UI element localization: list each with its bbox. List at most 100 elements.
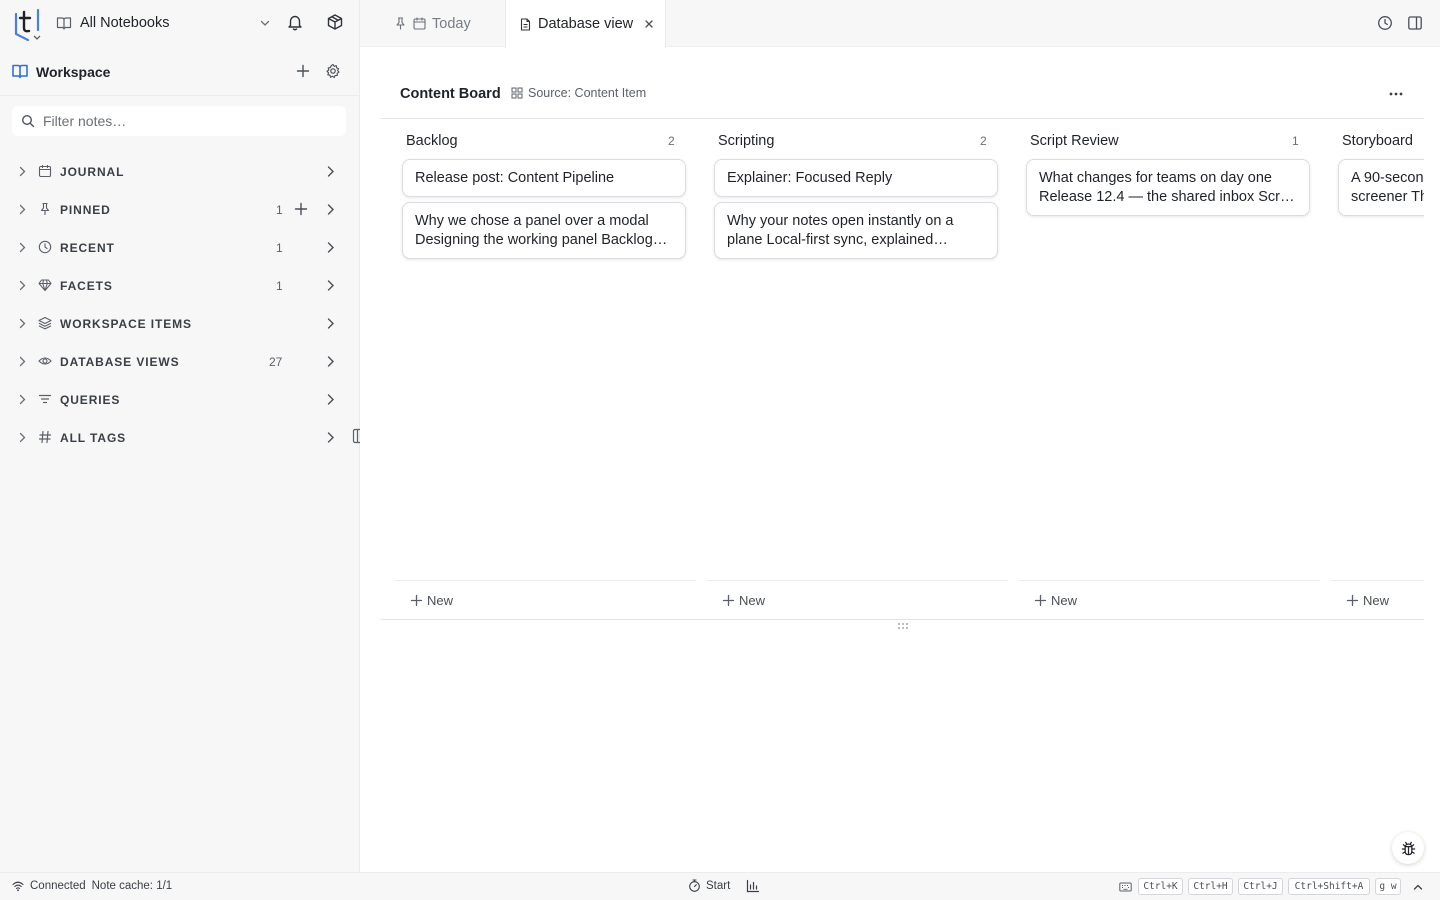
- arrow-right-icon[interactable]: [324, 317, 337, 330]
- add-card-button[interactable]: New: [1330, 580, 1424, 620]
- plus-icon: [1034, 594, 1047, 606]
- gear-icon[interactable]: [325, 63, 341, 79]
- section-label: FACETS: [60, 279, 113, 293]
- arrow-right-icon[interactable]: [324, 279, 337, 292]
- section-pinned[interactable]: PINNED 1: [0, 195, 350, 225]
- chevron-down-icon: [260, 20, 270, 26]
- add-card-button[interactable]: New: [394, 580, 696, 620]
- sidebar-header: All Notebooks: [0, 0, 360, 47]
- bar-chart-icon[interactable]: [746, 879, 760, 893]
- chevron-right-icon[interactable]: [16, 393, 29, 406]
- section-all-tags[interactable]: ALL TAGS: [0, 423, 350, 453]
- status-bar: Connected Note cache: 1/1 Start Ctrl+K C…: [0, 872, 1440, 900]
- add-icon[interactable]: [294, 202, 308, 216]
- app-logo[interactable]: [8, 4, 44, 42]
- package-icon[interactable]: [326, 13, 344, 31]
- board-card[interactable]: Why your notes open instantly on a plane…: [714, 202, 998, 259]
- arrow-right-icon[interactable]: [324, 355, 337, 368]
- bell-icon[interactable]: [286, 13, 304, 31]
- right-panel-icon[interactable]: [1407, 15, 1423, 31]
- shortcut-ctrl-j[interactable]: Ctrl+J: [1238, 878, 1283, 895]
- chevron-right-icon[interactable]: [16, 203, 29, 216]
- board-source-label: Source: Content Item: [528, 86, 647, 100]
- add-card-label: New: [427, 592, 454, 608]
- shortcut-g-w[interactable]: g w: [1375, 878, 1401, 895]
- column-count: 2: [980, 134, 987, 148]
- filter-box: [12, 106, 346, 136]
- filter-notes-input[interactable]: [43, 113, 323, 129]
- cache-label: Note cache: 1/1: [91, 880, 173, 892]
- section-facets[interactable]: FACETS 1: [0, 271, 350, 301]
- arrow-right-icon[interactable]: [324, 203, 337, 216]
- column-title: Script Review: [1030, 133, 1119, 149]
- board-card[interactable]: What changes for teams on day one Releas…: [1026, 159, 1310, 216]
- section-queries[interactable]: QUERIES: [0, 385, 350, 415]
- board-title: Content Board: [400, 86, 501, 102]
- calendar-icon: [413, 17, 426, 30]
- chevron-right-icon[interactable]: [16, 279, 29, 292]
- chevron-up-icon[interactable]: [1412, 881, 1424, 893]
- section-label: ALL TAGS: [60, 431, 127, 445]
- card-line: Release post: Content Pipeline: [415, 170, 615, 186]
- shortcut-ctrl-shift-a[interactable]: Ctrl+Shift+A: [1288, 878, 1370, 895]
- arrow-right-icon[interactable]: [324, 241, 337, 254]
- plus-icon: [1346, 594, 1359, 606]
- add-icon[interactable]: [295, 63, 311, 79]
- shortcut-ctrl-h[interactable]: Ctrl+H: [1188, 878, 1233, 895]
- board-column: Script Review 1 What changes for teams o…: [1005, 119, 1310, 619]
- board-card[interactable]: Explainer: Focused Reply: [714, 159, 998, 197]
- card-line: A 90-second: [1351, 170, 1424, 186]
- board-columns: Backlog 2 Release post: Content Pipeline…: [381, 119, 1424, 619]
- close-icon[interactable]: [643, 18, 655, 30]
- notebook-switcher[interactable]: All Notebooks: [56, 10, 272, 36]
- resize-handle-icon[interactable]: [897, 622, 909, 630]
- tab-today[interactable]: Today: [394, 0, 471, 47]
- shortcut-ctrl-k[interactable]: Ctrl+K: [1138, 878, 1183, 895]
- gem-icon: [38, 279, 52, 292]
- layers-icon: [38, 316, 52, 330]
- history-icon[interactable]: [1377, 15, 1393, 31]
- board-column: Backlog 2 Release post: Content Pipeline…: [381, 119, 686, 619]
- section-label: JOURNAL: [60, 165, 125, 179]
- section-journal[interactable]: JOURNAL: [0, 157, 350, 187]
- chevron-right-icon[interactable]: [16, 165, 29, 178]
- plus-icon: [410, 594, 423, 606]
- connection-label: Connected: [30, 880, 86, 892]
- grid-icon: [511, 87, 523, 99]
- card-line: plane Local-first sync, explained…: [727, 232, 948, 248]
- card-line: What changes for teams on day one: [1039, 170, 1272, 186]
- arrow-right-icon[interactable]: [324, 431, 337, 444]
- arrow-right-icon[interactable]: [324, 165, 337, 178]
- divider: [381, 619, 1424, 620]
- timer-label: Start: [706, 879, 731, 892]
- board-card[interactable]: A 90-second screener Th: [1338, 159, 1424, 216]
- section-database-views[interactable]: DATABASE VIEWS 27: [0, 347, 350, 377]
- chevron-right-icon[interactable]: [16, 431, 29, 444]
- tab-database-view[interactable]: Database view: [505, 0, 666, 48]
- board-card[interactable]: Why we chose a panel over a modal Design…: [402, 202, 686, 259]
- more-options-icon[interactable]: [1388, 86, 1404, 102]
- card-line: Explainer: Focused Reply: [727, 170, 893, 186]
- section-workspace-items[interactable]: WORKSPACE ITEMS: [0, 309, 350, 339]
- pin-icon: [396, 17, 405, 30]
- document-icon: [520, 17, 531, 31]
- tab-label: Today: [432, 15, 471, 32]
- timer-start-button[interactable]: Start: [688, 879, 730, 892]
- keyboard-icon: [1119, 882, 1132, 892]
- report-bug-button[interactable]: [1392, 832, 1424, 864]
- chevron-right-icon[interactable]: [16, 241, 29, 254]
- section-recent[interactable]: RECENT 1: [0, 233, 350, 263]
- workspace-header: Workspace: [0, 52, 360, 92]
- chevron-right-icon[interactable]: [16, 355, 29, 368]
- wifi-icon: [12, 881, 24, 892]
- board-source[interactable]: Source: Content Item: [511, 86, 646, 100]
- sidebar: All Notebooks Workspace JOURNAL PINNED 1…: [0, 0, 360, 872]
- chevron-right-icon[interactable]: [16, 317, 29, 330]
- column-title: Scripting: [718, 133, 775, 149]
- add-card-button[interactable]: New: [706, 580, 1008, 620]
- board-card[interactable]: Release post: Content Pipeline: [402, 159, 686, 197]
- arrow-right-icon[interactable]: [324, 393, 337, 406]
- card-line: screener Th: [1351, 189, 1424, 205]
- add-card-button[interactable]: New: [1018, 580, 1320, 620]
- add-card-label: New: [1051, 592, 1078, 608]
